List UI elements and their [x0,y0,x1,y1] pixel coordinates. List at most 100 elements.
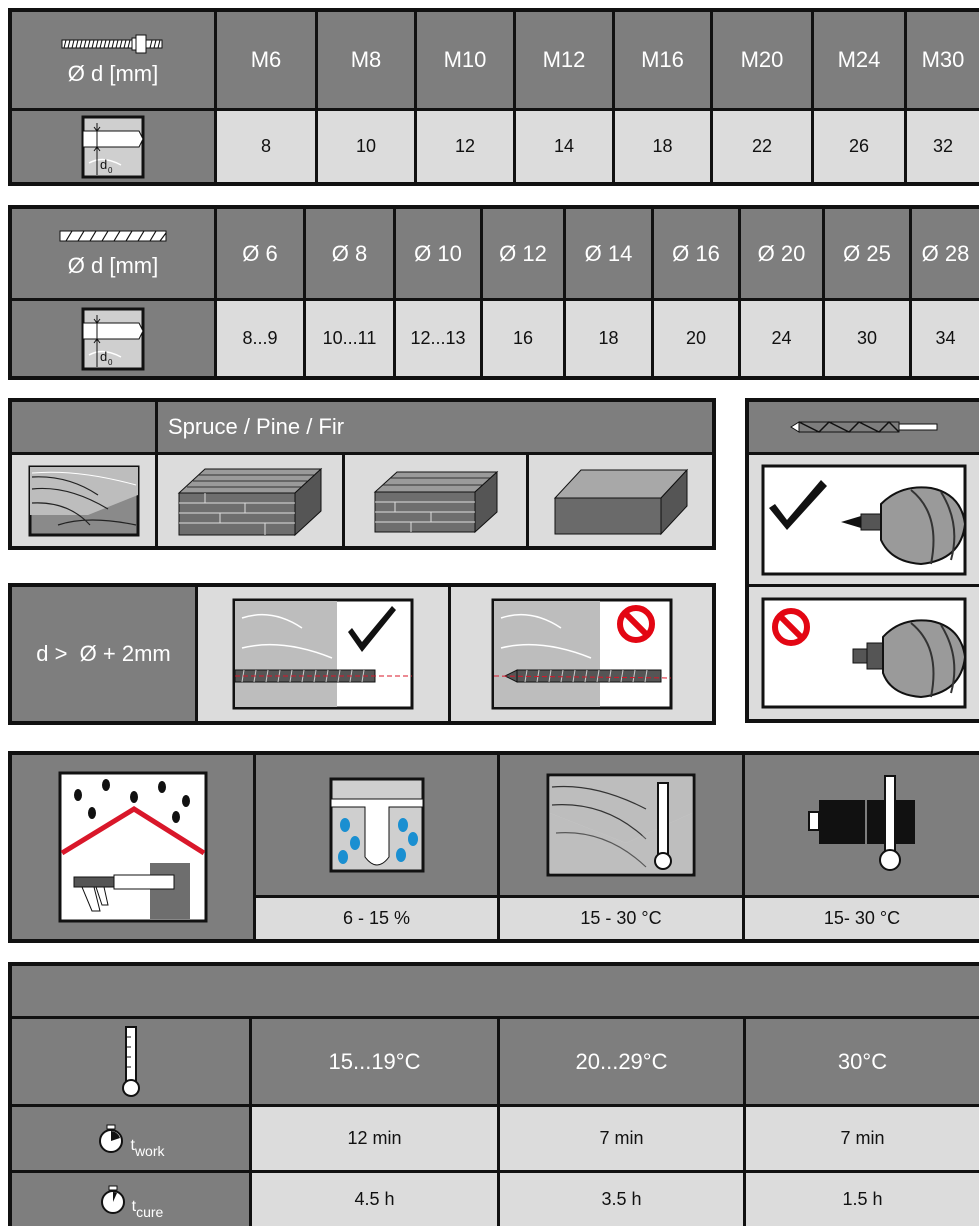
auger-bit-ok-icon [761,464,967,575]
rebar-size-7: Ø 20 [741,209,822,298]
rod-hole-4: 14 [516,111,612,182]
glulam-icon [177,467,323,536]
rebar-size-4: Ø 12 [483,209,563,298]
wood-moisture-icon [329,777,424,873]
rebar-size-1: Ø 6 [217,209,303,298]
auger-bit-icon [790,420,938,433]
rebar-size-9: Ø 28 [912,209,979,298]
svg-text:0: 0 [108,358,113,367]
svg-text:d: d [100,157,107,172]
threaded-rod-table: Ø d [mm] M6 M8 M10 M12 M16 M20 M24 M30 d… [8,8,979,186]
cure-time-2: 3.5 h [500,1173,743,1226]
cartridge-temp-icon-cell [745,755,979,895]
stopwatch-icon [100,1185,125,1214]
solid-wood-icon [28,465,139,536]
work-time-2: 7 min [500,1107,743,1170]
threaded-rod-icon [61,34,163,54]
clearance-not-ok-icon [491,598,672,710]
rebar-hole-4: 16 [483,301,563,376]
rebar-size-6: Ø 16 [654,209,738,298]
rebar-size-5: Ø 14 [566,209,651,298]
hole-clearance-condition: d > Ø + 2mm [12,587,195,721]
base-temp-range: 15 - 30 °C [500,898,742,939]
rod-size-1: M6 [217,12,315,108]
svg-text:d: d [100,349,107,364]
clearance-ok-icon [232,598,414,710]
work-time-1: 12 min [252,1107,497,1170]
auger-bit-not-ok-cell [749,587,979,719]
thermometer-icon [121,1025,140,1097]
rebar-size-8: Ø 25 [825,209,909,298]
rebar-hole-6: 20 [654,301,738,376]
glulam-cell [158,455,342,546]
rebar-hole-5: 18 [566,301,651,376]
rebar-icon [59,230,167,241]
installation-conditions-panel: 6 - 15 % 15 - 30 °C 15- 30 °C [8,751,979,943]
curing-time-table: 15...19°C 20...29°C 30°C t work 12 min 7 … [8,962,979,1226]
rebar-drill-hole-icon-cell: d 0 [12,301,214,376]
rod-hole-6: 22 [713,111,811,182]
rod-size-5: M16 [615,12,710,108]
curing-table-title-bar [12,966,979,1016]
cartridge-temp-range: 15- 30 °C [745,898,979,939]
temp-range-2: 20...29°C [500,1019,743,1104]
threaded-rod-header-label: Ø d [mm] [67,61,159,86]
rod-hole-3: 12 [417,111,513,182]
rebar-hole-8: 30 [825,301,909,376]
drill-bit-header-cell [749,402,979,452]
hole-clearance-not-ok-cell [451,587,712,721]
drill-hole-diameter-icon: d 0 [81,115,145,178]
rebar-size-3: Ø 10 [396,209,480,298]
cure-time-label-cell: t cure [12,1173,249,1226]
rod-size-6: M20 [713,12,811,108]
solid-wood-cell [12,455,155,546]
cure-time-3: 1.5 h [746,1173,979,1226]
rebar-size-2: Ø 8 [306,209,393,298]
cure-time-1: 4.5 h [252,1173,497,1226]
rod-size-8: M30 [907,12,979,108]
rebar-hole-1: 8...9 [217,301,303,376]
wood-species-title: Spruce / Pine / Fir [158,402,712,452]
temp-range-1: 15...19°C [252,1019,497,1104]
rebar-header-cell: Ø d [mm] [12,209,214,298]
temperature-icon-cell [12,1019,249,1104]
panel-cell [529,455,712,546]
rod-hole-5: 18 [615,111,710,182]
wood-species-panel: Spruce / Pine / Fir [8,398,716,550]
cross-laminated-timber-icon [373,470,498,533]
rebar-hole-2: 10...11 [306,301,393,376]
work-time-label-cell: t work [12,1107,249,1170]
threaded-rod-header-cell: Ø d [mm] [12,12,214,108]
drill-hole-diameter-icon: d 0 [81,307,145,370]
engineered-panel-icon [553,468,688,535]
drill-bit-panel [745,398,979,723]
cartridge-thermometer-icon [808,775,915,871]
rod-size-4: M12 [516,12,612,108]
rod-hole-7: 26 [814,111,904,182]
stopwatch-icon [99,1124,124,1153]
rod-hole-8: 32 [907,111,979,182]
clt-cell [345,455,526,546]
wood-species-blank-cell [12,402,155,452]
hole-clearance-ok-cell [198,587,448,721]
rod-drill-hole-icon-cell: d 0 [12,111,214,182]
indoor-application-cell [12,755,253,939]
svg-text:0: 0 [108,166,113,175]
rod-hole-1: 8 [217,111,315,182]
rebar-hole-7: 24 [741,301,822,376]
moisture-range: 6 - 15 % [256,898,497,939]
indoor-application-icon [58,771,207,923]
rod-size-2: M8 [318,12,414,108]
moisture-icon-cell [256,755,497,895]
rebar-hole-3: 12...13 [396,301,480,376]
hole-clearance-panel: d > Ø + 2mm [8,583,716,725]
base-material-thermometer-icon [546,773,696,877]
cure-time-subscript: cure [136,1203,164,1220]
auger-bit-ok-cell [749,455,979,584]
rod-size-3: M10 [417,12,513,108]
rebar-hole-9: 34 [912,301,979,376]
rebar-table: Ø d [mm] Ø 6 Ø 8 Ø 10 Ø 12 Ø 14 Ø 16 Ø 2… [8,205,979,380]
auger-bit-not-ok-icon [761,597,967,709]
rebar-header-label: Ø d [mm] [67,252,159,278]
work-time-subscript: work [134,1142,165,1159]
